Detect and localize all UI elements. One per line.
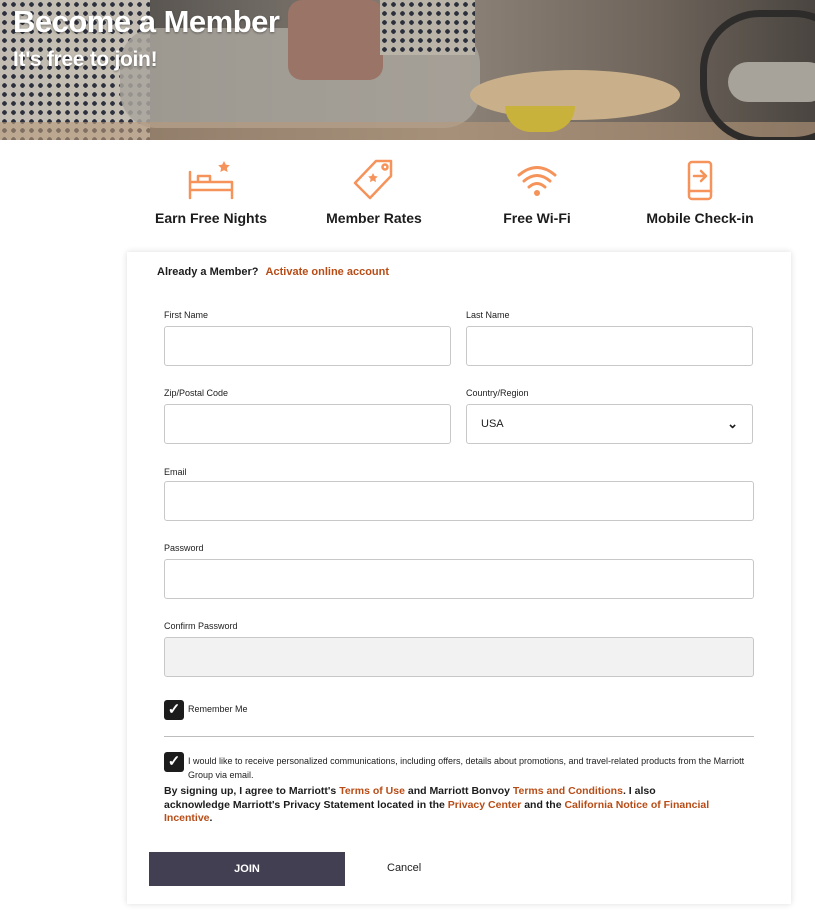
legal-text: By signing up, I agree to Marriott's Ter… <box>164 785 724 826</box>
hero-photo-cushion <box>728 62 815 102</box>
price-tag-icon <box>353 159 393 200</box>
benefit-earn-free-nights: Earn Free Nights <box>126 158 296 226</box>
confirm-password-label: Confirm Password <box>164 621 238 631</box>
legal-text-part: and Marriott Bonvoy <box>404 785 513 797</box>
first-name-label: First Name <box>164 310 209 320</box>
terms-conditions-link[interactable]: Terms and Conditions <box>513 785 623 797</box>
legal-text-part: and the <box>521 798 565 811</box>
last-name-label: Last Name <box>466 310 510 320</box>
cancel-link[interactable]: Cancel <box>387 862 421 874</box>
divider <box>164 736 754 737</box>
terms-of-use-link[interactable]: Terms of Use <box>339 785 405 797</box>
activate-account-link[interactable]: Activate online account <box>266 266 389 278</box>
consent-text: I would like to receive personalized com… <box>188 756 745 780</box>
last-name-input[interactable] <box>466 326 753 366</box>
benefit-free-wifi: Free Wi-Fi <box>452 158 622 226</box>
chevron-down-icon: ⌄ <box>727 416 738 431</box>
email-input[interactable] <box>164 481 754 521</box>
zip-input[interactable] <box>164 404 451 444</box>
zip-label: Zip/Postal Code <box>164 388 229 398</box>
already-member-row: Already a Member? Activate online accoun… <box>157 266 389 278</box>
country-label: Country/Region <box>466 388 529 398</box>
hero-banner: Become a Member It's free to join! <box>0 0 815 140</box>
remember-me-checkbox[interactable]: ✓ <box>164 700 184 720</box>
country-select[interactable]: USA ⌄ <box>466 404 753 444</box>
country-selected-value: USA <box>481 418 504 430</box>
bed-star-icon <box>188 161 234 200</box>
password-label: Password <box>164 543 204 553</box>
join-button[interactable]: JOIN <box>149 852 345 886</box>
legal-text-part: . <box>209 812 213 824</box>
legal-text-part: By signing up, I agree to Marriott's <box>164 785 340 797</box>
page-title: Become a Member <box>13 4 280 39</box>
remember-me-label: Remember Me <box>188 704 248 714</box>
benefit-label: Earn Free Nights <box>154 210 268 226</box>
privacy-center-link[interactable]: Privacy Center <box>448 799 522 811</box>
hero-photo-pillow <box>380 0 475 55</box>
already-member-text: Already a Member? <box>157 266 259 278</box>
benefit-mobile-checkin: Mobile Check-in <box>615 158 785 226</box>
benefit-label: Member Rates <box>326 210 422 226</box>
benefit-label: Free Wi-Fi <box>503 210 571 226</box>
confirm-password-input[interactable] <box>164 637 754 677</box>
email-label: Email <box>164 467 187 477</box>
first-name-input[interactable] <box>164 326 451 366</box>
benefit-member-rates: Member Rates <box>289 158 459 226</box>
benefit-label: Mobile Check-in <box>646 210 754 226</box>
hero-photo-pillow <box>288 0 383 80</box>
hero-photo-floor <box>0 122 815 140</box>
enrollment-form-card: Already a Member? Activate online accoun… <box>127 252 791 904</box>
page-subtitle: It's free to join! <box>13 48 158 71</box>
wifi-icon <box>517 166 557 196</box>
consent-checkbox[interactable]: ✓ <box>164 752 184 772</box>
phone-checkin-icon <box>687 160 713 201</box>
hero-photo-table <box>470 70 680 120</box>
password-input[interactable] <box>164 559 754 599</box>
